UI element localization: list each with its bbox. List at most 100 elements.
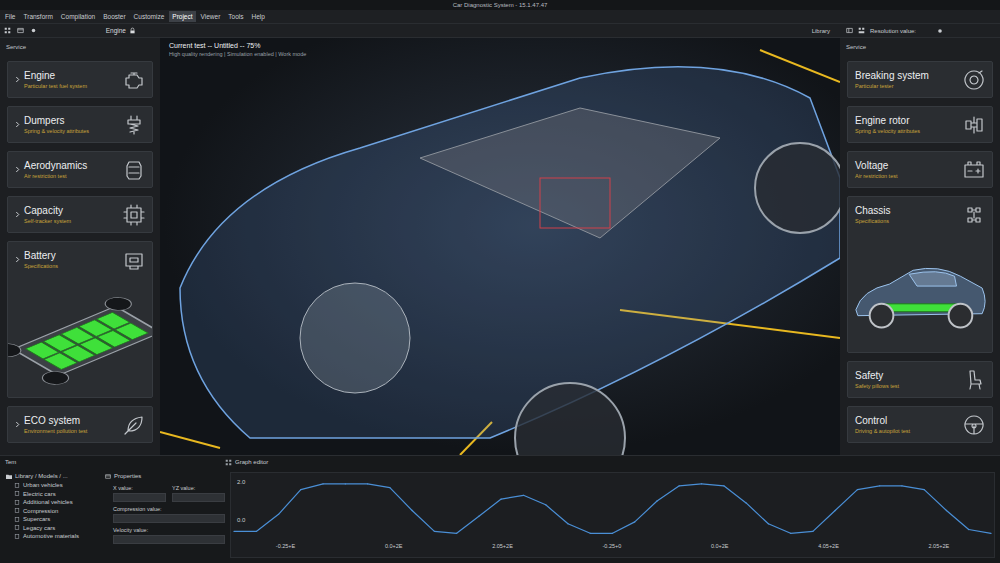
- service-card[interactable]: ControlDriving & autopilot test: [847, 406, 993, 443]
- properties-title: Properties: [105, 472, 225, 481]
- tree-item[interactable]: Electric cars: [6, 490, 100, 499]
- field-input[interactable]: [113, 535, 225, 544]
- document-name: Engine: [106, 27, 126, 34]
- tree-item-label: Automotive materials: [23, 532, 79, 541]
- service-card[interactable]: BatterySpecifications: [7, 241, 153, 398]
- x-tick: 2.05+2E: [929, 543, 950, 549]
- service-icon: [962, 113, 986, 137]
- menu-item[interactable]: File: [2, 11, 18, 22]
- property-field: YZ value:: [172, 485, 225, 502]
- tree-item[interactable]: Legacy cars: [6, 524, 100, 533]
- service-card[interactable]: VoltageAir restriction test: [847, 151, 993, 188]
- curve-segment: [946, 511, 968, 530]
- tree-item[interactable]: Compression: [6, 507, 100, 516]
- field-input[interactable]: [113, 493, 166, 502]
- dot-icon[interactable]: [30, 27, 37, 34]
- 3d-viewport[interactable]: Current test -- Untitled -- 75%High qual…: [160, 38, 840, 455]
- library-label[interactable]: Library: [812, 28, 830, 34]
- menu-item[interactable]: Project: [169, 11, 195, 22]
- curve-segment: [702, 484, 724, 486]
- card-text: Breaking systemParticular tester: [855, 70, 958, 89]
- window-icon[interactable]: [17, 27, 24, 34]
- curve-segment: [323, 483, 345, 484]
- card-text: ChassisSpecifications: [855, 205, 958, 224]
- bottom-dock: TemGraph editor Library / Models / ...Urb…: [0, 455, 1000, 563]
- chevron-icon[interactable]: [15, 421, 20, 428]
- panel-icon[interactable]: [846, 27, 853, 34]
- service-card[interactable]: Engine rotorSpring & velocity attributes: [847, 106, 993, 143]
- grid-icon[interactable]: [4, 27, 11, 34]
- card-header: DumpersSpring & velocity attributes: [8, 107, 152, 142]
- card-header: AerodynamicsAir restriction test: [8, 152, 152, 187]
- menu-item[interactable]: Tools: [225, 11, 246, 22]
- card-header: CapacitySelf-tracker system: [8, 197, 152, 232]
- render-info: High quality rendering | Simulation enab…: [169, 51, 306, 57]
- card-text: EngineParticular test fuel system: [24, 70, 118, 89]
- curve-chart[interactable]: 2.00.0: [231, 473, 994, 541]
- tree-item[interactable]: Automotive materials: [6, 532, 100, 541]
- window-title: Car Diagnostic System - 15.1.47.47: [453, 2, 548, 8]
- layout-icon[interactable]: [858, 27, 865, 34]
- menu-item[interactable]: Transform: [20, 11, 55, 22]
- x-tick: 2.05+2E: [492, 543, 513, 549]
- field-input[interactable]: [172, 493, 225, 502]
- service-card[interactable]: Breaking systemParticular tester: [847, 61, 993, 98]
- property-field: Compression value:: [113, 506, 225, 523]
- card-subtitle: Spring & velocity attributes: [24, 128, 118, 134]
- card-title: Safety: [855, 370, 958, 381]
- x-tick: 0.0+2E: [711, 543, 729, 549]
- curve-segment: [635, 501, 657, 522]
- service-icon: [122, 203, 146, 227]
- tree-item[interactable]: Supercars: [6, 515, 100, 524]
- menu-item[interactable]: Customize: [131, 11, 168, 22]
- lock-icon[interactable]: [129, 27, 136, 34]
- file-icon: [14, 500, 20, 505]
- card-text: DumpersSpring & velocity attributes: [24, 115, 118, 134]
- tree-item[interactable]: Additional vehicles: [6, 498, 100, 507]
- service-icon: [122, 413, 146, 437]
- service-card[interactable]: EngineParticular test fuel system: [7, 61, 153, 98]
- service-icon: [962, 158, 986, 182]
- file-icon: [14, 491, 20, 496]
- app-window: Car Diagnostic System - 15.1.47.47 FileTr…: [0, 0, 1000, 563]
- menu-item[interactable]: Viewer: [198, 11, 224, 22]
- menu-item[interactable]: Booster: [100, 11, 128, 22]
- menu-item[interactable]: Compilation: [58, 11, 98, 22]
- service-card[interactable]: DumpersSpring & velocity attributes: [7, 106, 153, 143]
- title-bar: Car Diagnostic System - 15.1.47.47: [0, 0, 1000, 10]
- chevron-icon[interactable]: [15, 76, 20, 83]
- y-tick: 0.0: [237, 517, 246, 523]
- toolbar-center: Library: [160, 28, 840, 34]
- card-subtitle: Specifications: [24, 263, 118, 269]
- tree-path[interactable]: Library / Models / ...: [6, 472, 100, 481]
- curve-segment: [368, 484, 390, 488]
- card-subtitle: Specifications: [855, 218, 958, 224]
- service-card[interactable]: AerodynamicsAir restriction test: [7, 151, 153, 188]
- graph-tab[interactable]: Graph editor: [225, 459, 268, 466]
- chevron-icon[interactable]: [15, 211, 20, 218]
- curve-segment: [501, 495, 523, 499]
- curve-segment: [835, 490, 857, 511]
- x-tick: -0.25+0: [602, 543, 621, 549]
- document-tab[interactable]: Engine: [106, 27, 136, 34]
- chevron-icon[interactable]: [15, 166, 20, 173]
- chevron-icon[interactable]: [15, 121, 20, 128]
- service-card[interactable]: ChassisSpecifications: [847, 196, 993, 353]
- card-header: VoltageAir restriction test: [848, 152, 992, 187]
- tree-item-label: Legacy cars: [23, 524, 55, 533]
- x-tick: 4.05+2E: [818, 543, 839, 549]
- menu-item[interactable]: Help: [249, 11, 268, 22]
- service-card[interactable]: CapacitySelf-tracker system: [7, 196, 153, 233]
- chevron-icon[interactable]: [15, 256, 20, 263]
- tree-tab[interactable]: Tem: [0, 459, 225, 465]
- service-card[interactable]: SafetySafety pillows test: [847, 361, 993, 398]
- service-icon: [962, 68, 986, 92]
- service-card[interactable]: ECO systemEnvironment pollution test: [7, 406, 153, 443]
- resolution-label: Resolution value:: [870, 28, 916, 34]
- tree-item[interactable]: Urban vehicles: [6, 481, 100, 490]
- resolution-knob-icon[interactable]: [937, 28, 943, 34]
- tree-item-label: Additional vehicles: [23, 498, 73, 507]
- dock-header: TemGraph editor: [0, 456, 1000, 468]
- path-text: Library / Models / ...: [15, 472, 68, 481]
- field-input[interactable]: [113, 514, 225, 523]
